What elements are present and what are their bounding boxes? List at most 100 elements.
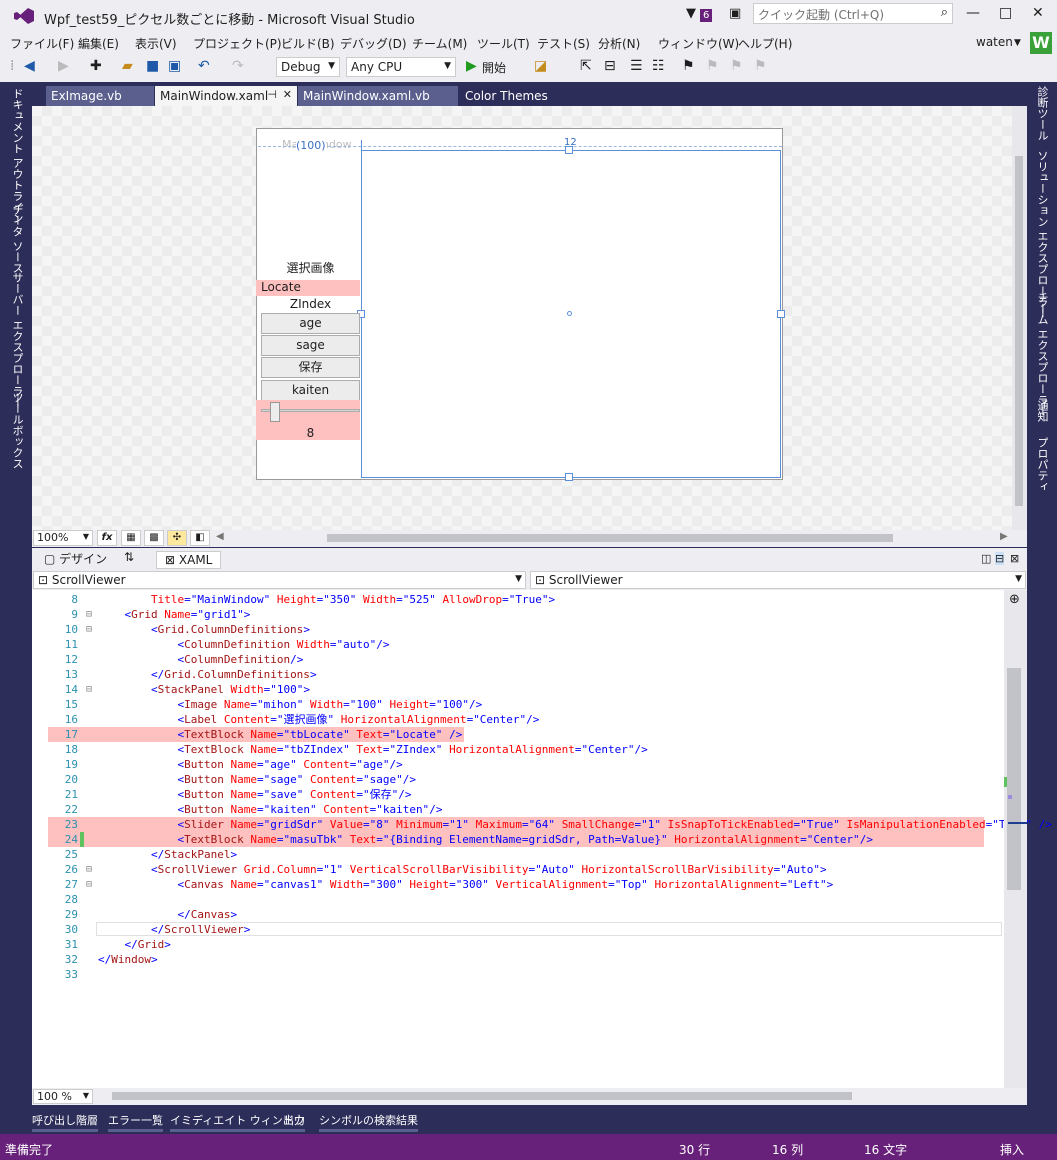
- scroll-left-icon[interactable]: ◀: [216, 531, 224, 542]
- resize-handle-top[interactable]: [565, 146, 573, 154]
- editor-zoom-select[interactable]: 100 % ▼: [33, 1089, 93, 1104]
- tab-mainwindow-xaml[interactable]: MainWindow.xaml ⊣ ✕: [155, 86, 297, 106]
- layout-adorner-icon[interactable]: ⊟: [604, 58, 616, 74]
- element-scope-select-left[interactable]: ⊡ ScrollViewer ▼: [33, 571, 526, 589]
- code-line[interactable]: 19 <Button Name="age" Content="age"/>: [32, 757, 1004, 772]
- scroll-thumb[interactable]: [1007, 668, 1021, 890]
- data-sources-tab[interactable]: データ ソース: [9, 204, 25, 274]
- designer-vertical-scrollbar[interactable]: [1012, 106, 1027, 530]
- comment-out-icon[interactable]: ☰: [630, 58, 643, 74]
- error-list-tab[interactable]: エラー一覧: [108, 1112, 163, 1132]
- code-line[interactable]: 23 <Slider Name="gridSdr" Value="8" Mini…: [32, 817, 1052, 832]
- code-line[interactable]: 8 Title="MainWindow" Height="350" Width=…: [32, 592, 1004, 607]
- collapse-outline-icon[interactable]: ⊟: [86, 622, 92, 637]
- menu-analyze[interactable]: 分析(N): [598, 35, 640, 52]
- notifications-tab[interactable]: 通知: [1034, 400, 1050, 422]
- code-line[interactable]: 18 <TextBlock Name="tbZIndex" Text="ZInd…: [32, 742, 1004, 757]
- toolbox-tab[interactable]: ツールボックス: [9, 392, 25, 469]
- account-dropdown-icon[interactable]: ▼: [1014, 38, 1021, 48]
- code-line[interactable]: 24 <TextBlock Name="masuTbk" Text="{Bind…: [32, 832, 1004, 847]
- open-file-icon[interactable]: ▰: [122, 58, 133, 74]
- code-line[interactable]: 29 </Canvas>: [32, 907, 1004, 922]
- scroll-thumb[interactable]: [327, 534, 893, 542]
- notification-count[interactable]: 6: [700, 9, 713, 22]
- xaml-code-editor[interactable]: 8 Title="MainWindow" Height="350" Width=…: [32, 590, 1052, 1088]
- browser-link-icon[interactable]: ◪: [534, 58, 547, 74]
- team-explorer-tab[interactable]: チーム エクスプローラー: [1034, 292, 1050, 417]
- editor-vertical-scrollbar[interactable]: ⊕: [1004, 590, 1027, 1088]
- code-line[interactable]: 10 ⊟ <Grid.ColumnDefinitions>: [32, 622, 1004, 637]
- menu-team[interactable]: チーム(M): [412, 35, 467, 52]
- avatar[interactable]: W: [1030, 32, 1052, 54]
- minimize-button[interactable]: —: [966, 5, 980, 21]
- maximize-button[interactable]: □: [999, 5, 1012, 21]
- feedback-icon[interactable]: ▣: [729, 6, 741, 21]
- select-element-icon[interactable]: ⇱: [580, 58, 592, 74]
- code-line[interactable]: 32 </Window>: [32, 952, 1004, 967]
- split-editor-icon[interactable]: ⊕: [1009, 592, 1020, 607]
- menu-project[interactable]: プロジェクト(P): [193, 35, 282, 52]
- collapse-outline-icon[interactable]: ⊟: [86, 607, 92, 622]
- quick-launch-input[interactable]: クイック起動 (Ctrl+Q) ⌕: [753, 3, 953, 24]
- menu-build[interactable]: ビルド(B): [281, 35, 335, 52]
- code-line[interactable]: 25 </StackPanel>: [32, 847, 1004, 862]
- pin-icon[interactable]: ⊣: [267, 88, 277, 101]
- collapse-outline-icon[interactable]: ⊟: [86, 877, 92, 892]
- next-bookmark-icon[interactable]: ⚑: [730, 58, 743, 74]
- fx-effects-icon[interactable]: fx: [97, 530, 117, 546]
- navigate-back-icon[interactable]: ◀: [24, 58, 35, 74]
- clear-bookmarks-icon[interactable]: ⚑: [754, 58, 767, 74]
- project-code-icon[interactable]: ◧: [190, 530, 210, 546]
- tab-xaml[interactable]: ⊠ XAML: [156, 551, 222, 569]
- scroll-thumb[interactable]: [1015, 156, 1023, 506]
- server-explorer-tab[interactable]: サーバー エクスプローラー: [9, 272, 25, 408]
- code-line[interactable]: 13 </Grid.ColumnDefinitions>: [32, 667, 1004, 682]
- save-all-icon[interactable]: ▣: [168, 58, 181, 74]
- collapse-pane-icon[interactable]: ⊠: [1010, 552, 1019, 565]
- swap-panes-button[interactable]: ⇅: [124, 550, 134, 564]
- column-width-marker[interactable]: (100): [296, 139, 326, 152]
- grid-toggle-icon[interactable]: ▦: [121, 530, 141, 546]
- configuration-select[interactable]: Debug ▼: [276, 57, 340, 77]
- platform-select[interactable]: Any CPU ▼: [346, 57, 456, 77]
- uncomment-icon[interactable]: ☷: [652, 58, 665, 74]
- code-line[interactable]: 12 <ColumnDefinition/>: [32, 652, 1004, 667]
- menu-window[interactable]: ウィンドウ(W): [658, 35, 739, 52]
- new-project-icon[interactable]: ✚: [90, 58, 102, 74]
- code-line[interactable]: 22 <Button Name="kaiten" Content="kaiten…: [32, 802, 1004, 817]
- navigate-forward-icon[interactable]: ▶: [58, 58, 69, 74]
- code-line[interactable]: 21 <Button Name="save" Content="保存"/>: [32, 787, 1004, 802]
- snap-gridlines-icon[interactable]: ▩: [144, 530, 164, 546]
- code-line[interactable]: 9 ⊟ <Grid Name="grid1">: [32, 607, 1004, 622]
- call-hierarchy-tab[interactable]: 呼び出し階層: [32, 1112, 98, 1132]
- collapse-outline-icon[interactable]: ⊟: [86, 862, 92, 877]
- snap-snaplines-icon[interactable]: ✣: [167, 530, 187, 546]
- start-icon[interactable]: ▶: [466, 58, 477, 74]
- slider-thumb[interactable]: [270, 402, 280, 422]
- output-tab[interactable]: 出力: [283, 1112, 305, 1132]
- element-scope-select-right[interactable]: ⊡ ScrollViewer ▼: [530, 571, 1026, 589]
- close-window-button[interactable]: ✕: [1032, 5, 1044, 21]
- sage-button[interactable]: sage: [261, 335, 360, 356]
- code-line[interactable]: 15 <Image Name="mihon" Width="100" Heigh…: [32, 697, 1004, 712]
- close-tab-icon[interactable]: ✕: [283, 88, 292, 101]
- save-icon[interactable]: ■: [146, 58, 159, 74]
- editor-horizontal-scrollbar[interactable]: [32, 1088, 1027, 1105]
- tab-color-themes[interactable]: Color Themes: [460, 86, 570, 106]
- start-button[interactable]: 開始: [482, 59, 506, 76]
- account-name[interactable]: waten: [976, 35, 1013, 49]
- menu-file[interactable]: ファイル(F): [10, 35, 74, 52]
- properties-tab[interactable]: プロパティ: [1034, 437, 1050, 492]
- resize-handle-right[interactable]: [777, 310, 785, 318]
- find-symbol-results-tab[interactable]: シンボルの検索結果: [319, 1112, 418, 1132]
- menu-test[interactable]: テスト(S): [537, 35, 590, 52]
- code-line[interactable]: 28: [32, 892, 1004, 907]
- diagnostic-tools-tab[interactable]: 診断ツール: [1034, 86, 1050, 141]
- vertical-split-icon[interactable]: ◫: [981, 552, 991, 565]
- code-line[interactable]: 16 <Label Content="選択画像" HorizontalAlign…: [32, 712, 1004, 727]
- code-line[interactable]: 14 ⊟ <StackPanel Width="100">: [32, 682, 1004, 697]
- age-button[interactable]: age: [261, 313, 360, 334]
- menu-help[interactable]: ヘルプ(H): [738, 35, 792, 52]
- redo-icon[interactable]: ↷: [232, 58, 244, 74]
- horizontal-split-icon[interactable]: ⊟: [995, 552, 1005, 565]
